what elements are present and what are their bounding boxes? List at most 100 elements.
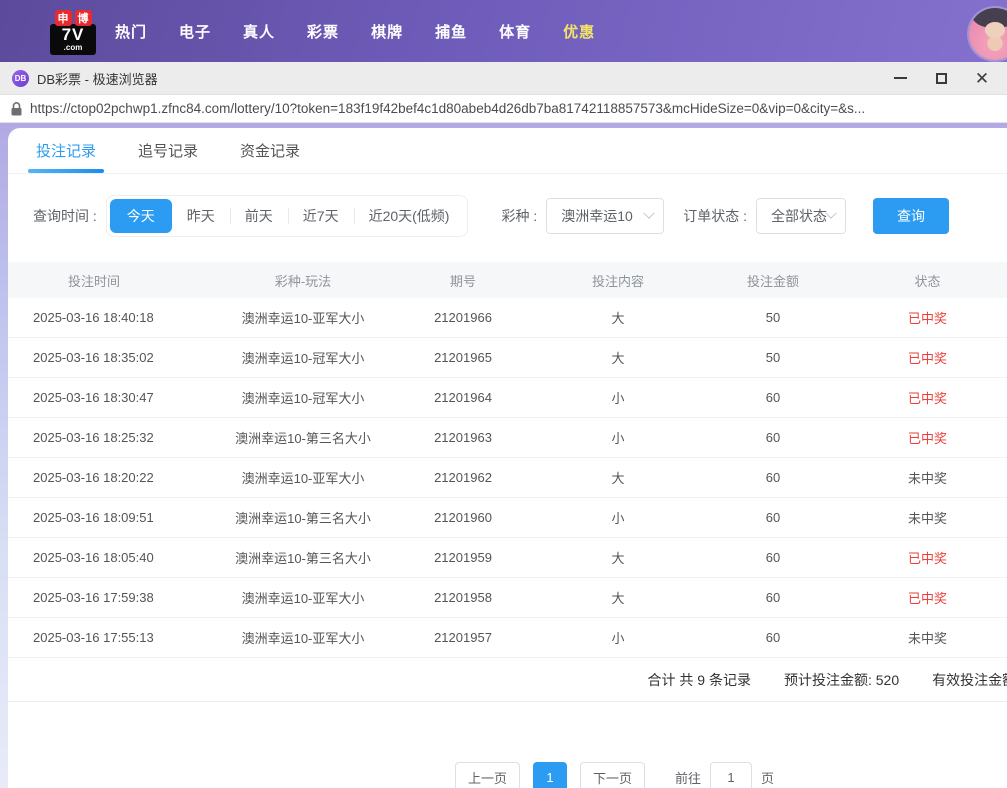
time-filter-option-3[interactable]: 近7天 (287, 199, 354, 233)
table-header-row: 投注时间 彩种-玩法 期号 投注内容 投注金额 状态 (8, 262, 1007, 298)
nav-item-0[interactable]: 热门 (115, 21, 147, 42)
issue-cell: 21201965 (434, 350, 492, 365)
content-card: 投注记录 追号记录 资金记录 查询时间 : 今天 昨天 前天 近7天 近20天(低频) 彩种… (8, 128, 1007, 788)
bet-time-cell: 2025-03-16 18:40:18 (33, 310, 154, 325)
summary-valid-amount: 有效投注金额: (932, 671, 1007, 688)
time-filter-option-0[interactable]: 今天 (109, 199, 172, 233)
maximize-icon[interactable] (934, 71, 948, 85)
filter-bar: 查询时间 : 今天 昨天 前天 近7天 近20天(低频) 彩种 : 澳洲幸运10 订单状… (33, 195, 1007, 237)
time-filter-option-4[interactable]: 近20天(低频) (353, 199, 465, 233)
logo-badge-right: 博 (74, 9, 92, 26)
current-page-button[interactable]: 1 (533, 762, 568, 788)
bet-content-cell: 大 (611, 351, 625, 366)
table-row: 2025-03-16 18:25:32 澳洲幸运10-第三名大小 2120196… (8, 418, 1007, 458)
bet-amount-cell: 60 (765, 510, 781, 525)
table-header-cell: 状态 (914, 273, 941, 289)
status-cell: 未中奖 (907, 631, 947, 646)
bet-time-cell: 2025-03-16 18:30:47 (33, 390, 154, 405)
goto-label: 前往 (675, 770, 702, 786)
bet-content-cell: 小 (611, 511, 625, 526)
status-filter-label: 订单状态 : (683, 208, 748, 224)
issue-cell: 21201959 (434, 550, 492, 565)
bet-content-cell: 大 (611, 311, 625, 326)
issue-cell: 21201966 (434, 310, 492, 325)
user-avatar[interactable] (969, 8, 1007, 60)
nav-item-7[interactable]: 优惠 (563, 21, 595, 42)
nav-menu: 热门 电子 真人 彩票 棋牌 捕鱼 体育 优惠 (115, 21, 595, 42)
site-nav: 申 博 7V .com 热门 电子 真人 彩票 棋牌 捕鱼 体育 优惠 (0, 0, 1007, 62)
table-row: 2025-03-16 17:59:38 澳洲幸运10-亚军大小 21201958… (8, 578, 1007, 618)
game-play-cell: 澳洲幸运10-亚军大小 (241, 311, 365, 326)
lock-icon (11, 101, 22, 115)
window-title: DB彩票 - 极速浏览器 (37, 71, 158, 87)
lottery-select[interactable]: 澳洲幸运10 (546, 198, 665, 234)
bet-time-cell: 2025-03-16 17:55:13 (33, 630, 154, 645)
summary-total: 合计 共 9 条记录 (647, 671, 751, 688)
bet-amount-cell: 60 (765, 550, 781, 565)
game-play-cell: 澳洲幸运10-亚军大小 (241, 591, 365, 606)
next-page-button[interactable]: 下一页 (580, 762, 646, 788)
logo-badges: 申 博 (50, 9, 96, 26)
table-row: 2025-03-16 18:09:51 澳洲幸运10-第三名大小 2120196… (8, 498, 1007, 538)
status-cell: 已中奖 (907, 431, 947, 446)
query-button[interactable]: 查询 (873, 198, 950, 234)
status-cell: 已中奖 (907, 351, 947, 366)
game-play-cell: 澳洲幸运10-第三名大小 (235, 511, 371, 526)
nav-item-5[interactable]: 捕鱼 (435, 21, 467, 42)
table-header-cell: 投注内容 (591, 273, 644, 289)
issue-cell: 21201958 (434, 590, 492, 605)
status-cell: 未中奖 (907, 471, 947, 486)
close-icon[interactable]: ✕ (975, 70, 989, 87)
tab-1[interactable]: 追号记录 (138, 128, 198, 173)
time-filter-group: 今天 昨天 前天 近7天 近20天(低频) (105, 195, 469, 237)
status-cell: 已中奖 (907, 591, 947, 606)
bet-content-cell: 小 (611, 631, 625, 646)
lottery-filter-label: 彩种 : (501, 208, 538, 224)
game-play-cell: 澳洲幸运10-第三名大小 (235, 551, 371, 566)
time-filter-option-2[interactable]: 前天 (229, 199, 288, 233)
game-play-cell: 澳洲幸运10-亚军大小 (241, 631, 365, 646)
bet-time-cell: 2025-03-16 18:09:51 (33, 510, 154, 525)
bet-amount-cell: 60 (765, 630, 781, 645)
logo-domain: .com (63, 42, 83, 52)
status-cell: 已中奖 (907, 391, 947, 406)
minimize-icon[interactable] (893, 71, 907, 85)
tab-0[interactable]: 投注记录 (27, 128, 105, 173)
window-controls: ✕ (893, 70, 995, 87)
table-row: 2025-03-16 18:30:47 澳洲幸运10-冠军大小 21201964… (8, 378, 1007, 418)
bet-amount-cell: 50 (765, 310, 781, 325)
order-status-select[interactable]: 全部状态 (756, 198, 847, 234)
nav-item-1[interactable]: 电子 (179, 21, 211, 42)
time-filter-label: 查询时间 : (33, 208, 97, 224)
status-cell: 未中奖 (907, 511, 947, 526)
bet-amount-cell: 50 (765, 350, 781, 365)
time-filter-option-1[interactable]: 昨天 (172, 199, 230, 233)
site-logo[interactable]: 申 博 7V .com (50, 9, 96, 55)
table-row: 2025-03-16 18:20:22 澳洲幸运10-亚军大小 21201962… (8, 458, 1007, 498)
nav-item-3[interactable]: 彩票 (307, 21, 339, 42)
game-play-cell: 澳洲幸运10-冠军大小 (241, 351, 365, 366)
game-play-cell: 澳洲幸运10-冠军大小 (241, 391, 365, 406)
nav-item-2[interactable]: 真人 (243, 21, 275, 42)
goto-page-input[interactable] (710, 762, 753, 788)
nav-item-6[interactable]: 体育 (499, 21, 531, 42)
bet-records-table: 投注时间 彩种-玩法 期号 投注内容 投注金额 状态 2025-03-16 18:40:1… (8, 262, 1007, 658)
issue-cell: 21201960 (434, 510, 492, 525)
bet-time-cell: 2025-03-16 18:35:02 (33, 350, 154, 365)
url-text[interactable]: https://ctop02pchwp1.zfnc84.com/lottery/… (30, 101, 865, 116)
summary-expected-amount: 预计投注金额: 520 (783, 671, 900, 688)
chevron-down-icon (825, 207, 837, 219)
game-play-cell: 澳洲幸运10-第三名大小 (235, 431, 371, 446)
address-bar[interactable]: https://ctop02pchwp1.zfnc84.com/lottery/… (0, 95, 1007, 123)
table-row: 2025-03-16 17:55:13 澳洲幸运10-亚军大小 21201957… (8, 618, 1007, 658)
prev-page-button[interactable]: 上一页 (455, 762, 521, 788)
table-row: 2025-03-16 18:35:02 澳洲幸运10-冠军大小 21201965… (8, 338, 1007, 378)
lottery-select-value: 澳洲幸运10 (561, 208, 633, 224)
nav-item-4[interactable]: 棋牌 (371, 21, 403, 42)
status-cell: 已中奖 (907, 551, 947, 566)
tab-2[interactable]: 资金记录 (240, 128, 300, 173)
bet-amount-cell: 60 (765, 590, 781, 605)
pagination: 上一页 1 下一页 前往 页 (8, 762, 774, 788)
bet-time-cell: 2025-03-16 18:25:32 (33, 430, 154, 445)
logo-text: 7V (61, 24, 85, 44)
